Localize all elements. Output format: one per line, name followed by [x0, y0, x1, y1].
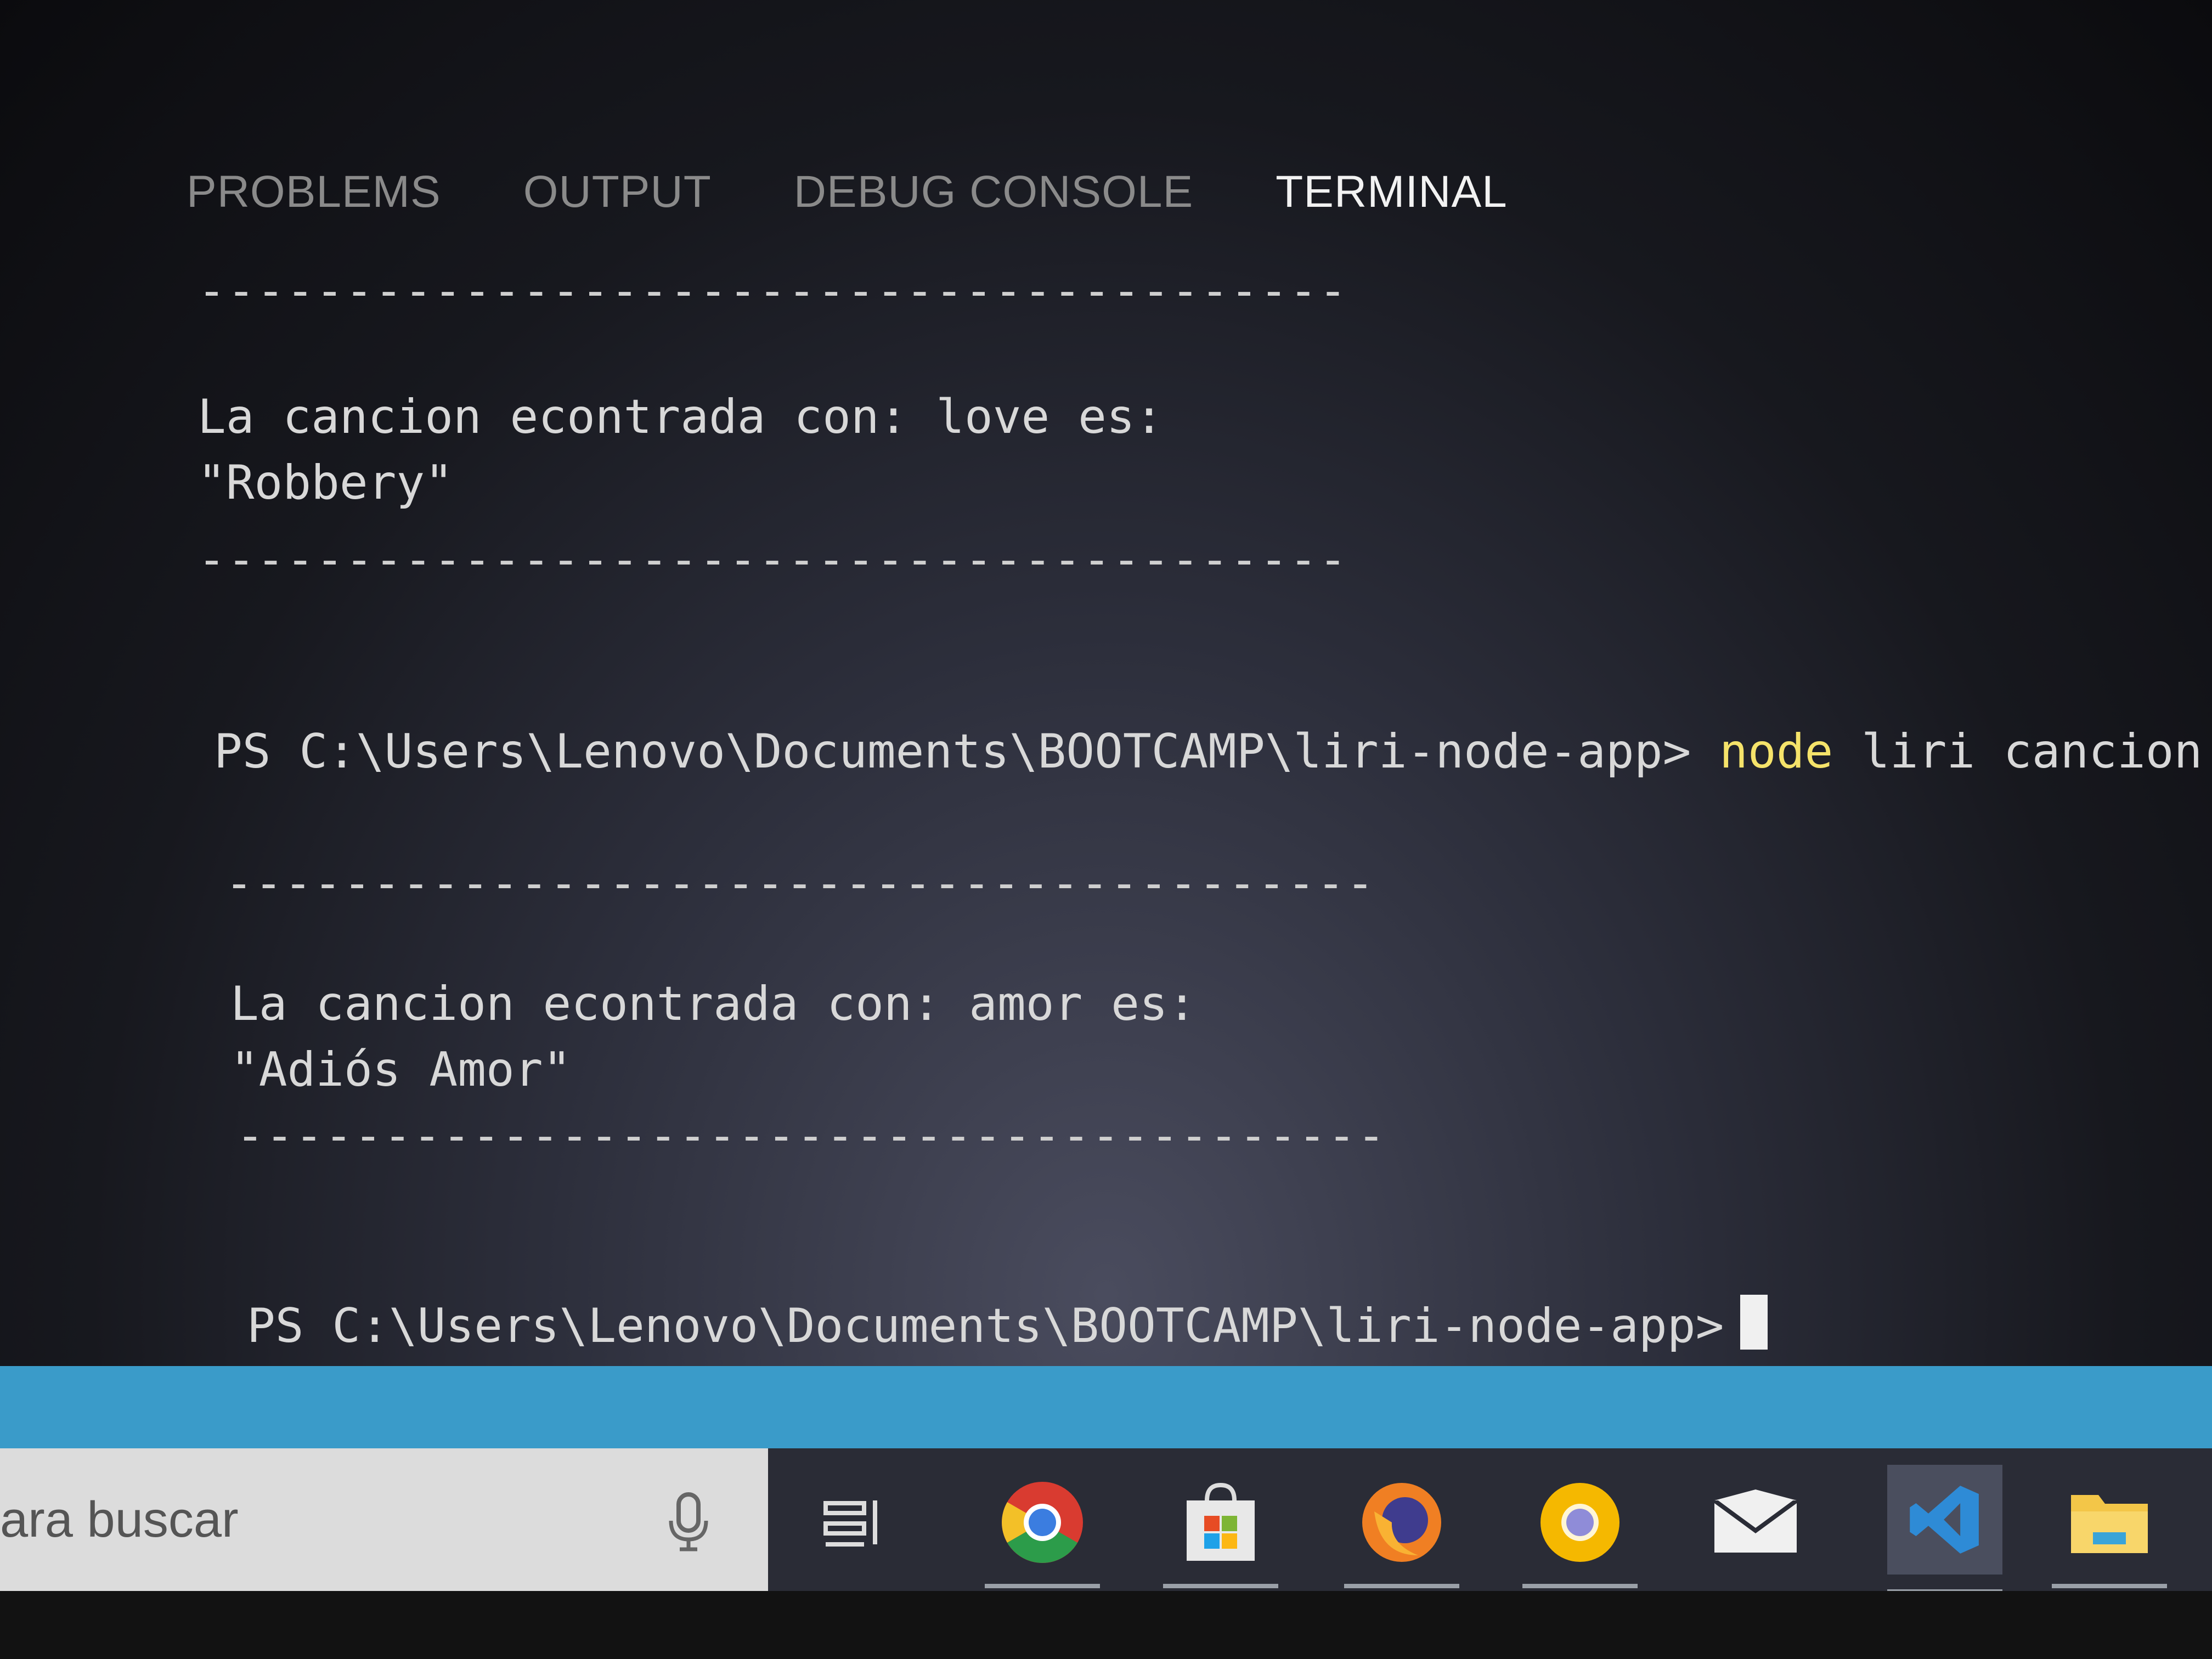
tab-terminal[interactable]: TERMINAL [1276, 166, 1508, 218]
search-placeholder: ara buscar [0, 1491, 239, 1548]
monitor-bezel [0, 1591, 2212, 1659]
command-keyword: node [1719, 724, 1833, 779]
microphone-icon[interactable] [667, 1492, 710, 1553]
result-line: "Robbery" [198, 455, 453, 510]
tab-output[interactable]: OUTPUT [523, 166, 712, 218]
firefox-icon[interactable] [1344, 1476, 1459, 1588]
prompt-text: PS C:\Users\Lenovo\Documents\BOOTCAMP\li… [214, 724, 1691, 779]
result-line: La cancion econtrada con: love es: [198, 390, 1164, 444]
running-indicator [1522, 1584, 1638, 1588]
separator-line: --------------------------------------- [198, 532, 1348, 587]
file-explorer-icon[interactable] [2052, 1476, 2167, 1588]
chrome-icon[interactable] [985, 1476, 1100, 1588]
separator-line: --------------------------------------- [236, 1108, 1387, 1163]
command-line: PS C:\Users\Lenovo\Documents\BOOTCAMP\li… [214, 724, 2212, 779]
editor-area-edge [165, 11, 1262, 99]
prompt-text: PS C:\Users\Lenovo\Documents\BOOTCAMP\li… [247, 1299, 1724, 1353]
result-line: La cancion econtrada con: amor es: [230, 977, 1197, 1031]
tab-debug-console[interactable]: DEBUG CONSOLE [794, 166, 1193, 218]
tab-problems[interactable]: PROBLEMS [187, 166, 441, 218]
vscode-icon[interactable] [1887, 1465, 2002, 1594]
separator-line: --------------------------------------- [225, 856, 1376, 911]
mail-icon[interactable] [1709, 1476, 1802, 1569]
command-line: PS C:\Users\Lenovo\Documents\BOOTCAMP\li… [247, 1295, 1768, 1353]
monitor-screen: PROBLEMS OUTPUT DEBUG CONSOLE TERMINAL -… [0, 0, 2212, 1659]
result-line: "Adiós Amor" [230, 1042, 572, 1097]
status-bar [0, 1366, 2212, 1448]
panel-tab-bar: PROBLEMS OUTPUT DEBUG CONSOLE TERMINAL [187, 154, 1508, 230]
task-view-icon[interactable] [806, 1476, 900, 1569]
running-indicator [1163, 1584, 1278, 1588]
running-indicator [2052, 1584, 2167, 1588]
text-cursor [1740, 1295, 1768, 1350]
terminal-output[interactable]: --------------------------------------- … [198, 241, 2212, 1361]
taskbar-search-box[interactable]: ara buscar [0, 1448, 768, 1591]
command-args: liri cancion amo [1861, 724, 2203, 779]
store-icon[interactable] [1163, 1476, 1278, 1588]
running-indicator [985, 1584, 1100, 1588]
running-indicator [1344, 1584, 1459, 1588]
chrome-canary-icon[interactable] [1522, 1476, 1638, 1588]
separator-line: --------------------------------------- [198, 263, 1348, 318]
windows-taskbar: ara buscar [0, 1448, 2212, 1594]
